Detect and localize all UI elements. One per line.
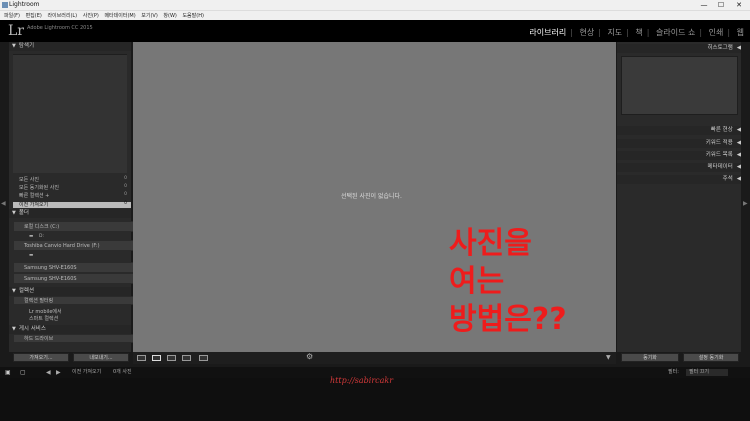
collapse-triangle-icon: ◀ [736, 164, 741, 170]
window-titlebar: Lightroom — ☐ ✕ [0, 0, 750, 10]
survey-view-icon[interactable] [182, 355, 191, 361]
collapse-triangle-icon: ◀ [736, 176, 741, 182]
back-icon[interactable]: ◀ [46, 367, 51, 378]
annotation-line: 방법은?? [449, 302, 567, 337]
catalog-count: 0 [124, 201, 127, 206]
window-title: Lightroom [9, 1, 40, 8]
subfolder-d[interactable]: D: [39, 234, 44, 239]
import-button[interactable]: 가져오기... [13, 353, 69, 362]
catalog-item-all-photos[interactable]: 모든 사진 [19, 176, 39, 183]
sync-metadata-button[interactable]: 동기화 [621, 353, 679, 362]
left-panel: ▼ 탐색기 모든 사진 0 모든 동기화된 사진 0 빠른 컬렉션 + 0 이전 … [9, 42, 137, 352]
collapse-triangle-icon: ◀ [736, 152, 741, 158]
annotation-text: 사진을 여는 방법은?? [449, 225, 567, 339]
painter-icon[interactable]: ⚙ [306, 352, 313, 361]
collections-header[interactable]: ▼ 컬렉션 [9, 287, 131, 296]
toolbar-menu-icon[interactable]: ▼ [606, 354, 611, 361]
module-picker: 라이브러리 | 현상 | 지도 | 책 | 슬라이드 쇼 | 인쇄 | 웹 [529, 28, 744, 37]
export-button[interactable]: 내보내기... [73, 353, 129, 362]
folders-header[interactable]: ▼ 폴더 [9, 209, 131, 218]
keywording-header[interactable]: 키워드 적용 ◀ [617, 139, 741, 148]
collapse-triangle-icon: ▼ [12, 43, 16, 49]
navigator-header[interactable]: ▼ 탐색기 [9, 42, 131, 51]
histogram-header[interactable]: 히스토그램 ◀ [617, 44, 741, 53]
collapse-triangle-icon: ◀ [736, 127, 741, 133]
filmstrip-count: 0개 사진 [113, 369, 132, 375]
module-slideshow[interactable]: 슬라이드 쇼 [656, 28, 695, 37]
compare-view-icon[interactable] [167, 355, 176, 361]
navigator-preview [13, 54, 127, 173]
catalog-item-previous-import[interactable]: 이전 가져오기 [19, 201, 48, 208]
grid-toggle-icon[interactable]: ▣ [5, 367, 11, 378]
drive-samsung-1[interactable]: Samsung SHV-E160S [13, 262, 137, 273]
keyword-list-header[interactable]: 키워드 목록 ◀ [617, 151, 741, 160]
collection-smart[interactable]: 스마트 컬렉션 [29, 315, 58, 322]
collection-lr-mobile[interactable]: Lr mobile에서 [29, 308, 62, 315]
people-view-icon[interactable] [199, 355, 208, 361]
collapse-triangle-icon: ▼ [12, 288, 16, 294]
lr-logo: Lr [8, 23, 24, 39]
forward-icon[interactable]: ▶ [56, 367, 61, 378]
left-panel-toggle-icon[interactable]: ◀ [1, 200, 6, 207]
catalog-count: 0 [124, 176, 127, 181]
watermark-text: http://sabircakr [330, 376, 394, 385]
sync-settings-button[interactable]: 설정 동기화 [683, 353, 739, 362]
catalog-count: 0 [124, 184, 127, 189]
right-panel: 히스토그램 ◀ 빠른 현상 ◀ 키워드 적용 ◀ 키워드 목록 ◀ 메타데이터 ◀ 주석 ◀ [617, 42, 741, 352]
drive-local-c[interactable]: 로컬 디스크 (C:) [13, 221, 137, 232]
drive-toshiba[interactable]: Toshiba Canvio Hard Drive (F:) [13, 240, 137, 251]
quick-develop-header[interactable]: 빠른 현상 ◀ [617, 126, 741, 135]
catalog-item-quick-collection[interactable]: 빠른 컬렉션 + [19, 192, 49, 199]
catalog-count: 0 [124, 192, 127, 197]
collapse-triangle-icon: ▼ [12, 210, 16, 216]
publish-header[interactable]: ▼ 게시 서비스 [9, 325, 131, 334]
no-photo-message: 선택된 사진이 없습니다. [341, 193, 402, 200]
filter-dropdown[interactable]: 필터 끄기 [686, 369, 728, 376]
second-window-icon[interactable]: ▢ [20, 367, 26, 378]
catalog-item-synced[interactable]: 모든 동기화된 사진 [19, 184, 59, 191]
histogram-display [621, 56, 738, 115]
folder-icon: ▬ [29, 253, 34, 258]
app-icon [2, 2, 8, 8]
app-name: Adobe Lightroom CC 2015 [27, 25, 93, 31]
comments-header[interactable]: 주석 ◀ [617, 175, 741, 184]
filter-label: 필터: [668, 369, 679, 375]
metadata-header[interactable]: 메타데이터 ◀ [617, 163, 741, 172]
annotation-line: 사진을 [449, 226, 532, 261]
right-panel-toggle-icon[interactable]: ▶ [743, 200, 748, 207]
module-web[interactable]: 웹 [737, 28, 744, 37]
module-book[interactable]: 책 [635, 28, 642, 37]
folder-icon: ▬ [29, 234, 34, 239]
drive-samsung-2[interactable]: Samsung SHV-E160S [13, 273, 137, 284]
close-button[interactable]: ✕ [732, 0, 746, 10]
minimize-button[interactable]: — [697, 0, 711, 10]
module-develop[interactable]: 현상 [579, 28, 594, 37]
filmstrip-source[interactable]: 이전 가져오기 [72, 367, 101, 378]
module-map[interactable]: 지도 [607, 28, 622, 37]
module-print[interactable]: 인쇄 [709, 28, 724, 37]
grid-view-icon[interactable] [137, 355, 146, 361]
annotation-line: 여는 [449, 264, 505, 299]
module-library[interactable]: 라이브러리 [529, 28, 566, 37]
loupe-view-icon[interactable] [152, 355, 161, 361]
collection-filter[interactable]: 컬렉션 필터링 [13, 296, 137, 305]
publish-hard-drive[interactable]: 하드 드라이브 [13, 334, 137, 343]
maximize-button[interactable]: ☐ [714, 0, 728, 10]
collapse-triangle-icon: ◀ [736, 45, 741, 51]
collapse-triangle-icon: ▼ [12, 326, 16, 332]
collapse-triangle-icon: ◀ [736, 140, 741, 146]
